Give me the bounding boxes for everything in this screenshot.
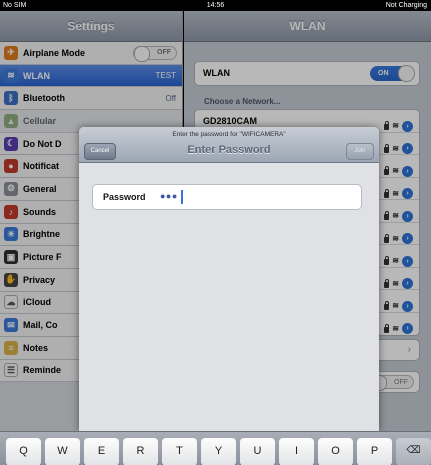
- status-bar: No SIM 14:56 Not Charging: [0, 0, 431, 11]
- onscreen-keyboard: Q W E R T Y U I O P ⌫: [0, 431, 431, 465]
- text-caret: [181, 190, 183, 204]
- dialog-prompt: Enter the password for "WIFICAMERA": [172, 131, 286, 138]
- key[interactable]: I: [279, 438, 314, 465]
- password-input[interactable]: ●●●: [160, 191, 178, 201]
- key[interactable]: W: [45, 438, 80, 465]
- dialog-header: Enter the password for "WIFICAMERA" Canc…: [79, 127, 379, 163]
- key[interactable]: E: [84, 438, 119, 465]
- join-button[interactable]: Join: [346, 143, 374, 160]
- key[interactable]: Y: [201, 438, 236, 465]
- password-dialog: Enter the password for "WIFICAMERA" Canc…: [79, 127, 379, 431]
- delete-key[interactable]: ⌫: [396, 438, 431, 465]
- key[interactable]: U: [240, 438, 275, 465]
- clock-label: 14:56: [206, 2, 225, 9]
- password-field[interactable]: Password ●●●: [92, 184, 362, 210]
- password-label: Password: [103, 192, 146, 202]
- key[interactable]: O: [318, 438, 353, 465]
- battery-status: Not Charging: [385, 2, 427, 9]
- key[interactable]: Q: [6, 438, 41, 465]
- key[interactable]: P: [357, 438, 392, 465]
- dialog-title: Enter Password: [187, 144, 271, 156]
- key[interactable]: T: [162, 438, 197, 465]
- key[interactable]: R: [123, 438, 158, 465]
